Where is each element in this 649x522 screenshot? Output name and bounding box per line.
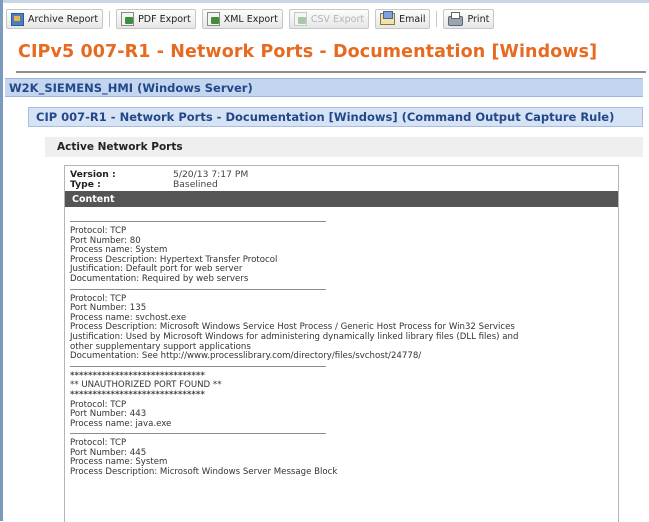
content-divider	[70, 433, 326, 435]
page-title: CIPv5 007-R1 - Network Ports - Documenta…	[18, 42, 598, 62]
server-header[interactable]: W2K_SIEMENS_HMI (Windows Server)	[5, 78, 643, 97]
content-body: Protocol: TCP Port Number: 80 Process na…	[65, 207, 618, 478]
xml-export-icon	[206, 12, 220, 26]
email-label: Email	[399, 13, 426, 25]
csv-export-button[interactable]: CSV Export	[288, 9, 370, 29]
archive-report-button[interactable]: Archive Report	[6, 9, 104, 29]
email-icon	[380, 11, 396, 25]
pdf-export-button[interactable]: PDF Export	[116, 9, 196, 29]
description-line: Process Description: Microsoft Windows S…	[70, 467, 338, 478]
xml-export-label: XML Export	[223, 13, 278, 25]
csv-export-icon	[293, 12, 307, 26]
print-label: Print	[467, 13, 490, 25]
protocol-line: Protocol: TCP	[70, 438, 127, 449]
stars-line: ******************************	[70, 389, 205, 400]
port-block: Protocol: TCP Port Number: 135 Process n…	[70, 293, 618, 362]
type-label: Type :	[70, 179, 101, 190]
protocol-line: Protocol: TCP	[70, 226, 127, 236]
archive-icon	[11, 12, 24, 26]
print-button[interactable]: Print	[443, 9, 495, 29]
result-panel: Version : 5/20/13 7:17 PM Type : Baselin…	[64, 165, 619, 522]
window-left-border	[0, 0, 3, 521]
content-heading: Content	[65, 191, 618, 207]
port-block: Protocol: TCP Port Number: 80 Process na…	[70, 226, 618, 285]
documentation-line: Documentation: Required by web servers	[70, 273, 249, 284]
section-header[interactable]: Active Network Ports	[45, 137, 643, 157]
xml-export-button[interactable]: XML Export	[201, 9, 283, 29]
process-line: Process name: java.exe	[70, 418, 172, 429]
content-divider	[70, 221, 326, 222]
content-divider	[70, 288, 326, 290]
port-block: Protocol: TCP Port Number: 445 Process n…	[70, 439, 618, 477]
pdf-export-icon	[121, 12, 135, 26]
protocol-line: Protocol: TCP	[70, 293, 127, 304]
type-row: Type : Baselined	[65, 180, 618, 190]
port-block: ****************************** ** UNAUTH…	[70, 371, 618, 430]
rule-header[interactable]: CIP 007-R1 - Network Ports - Documentati…	[28, 107, 643, 127]
content-divider	[70, 365, 326, 367]
archive-report-label: Archive Report	[28, 13, 99, 25]
toolbar-separator	[109, 11, 111, 27]
window-top-border	[0, 0, 649, 3]
protocol-line: Protocol: TCP	[70, 399, 127, 410]
type-value: Baselined	[173, 179, 218, 190]
print-icon	[448, 11, 464, 26]
version-row: Version : 5/20/13 7:17 PM	[65, 166, 618, 180]
toolbar: Archive Report PDF Export XML Export CSV…	[6, 8, 495, 30]
pdf-export-label: PDF Export	[138, 13, 191, 25]
documentation-line: Documentation: See http://www.processlib…	[70, 351, 422, 362]
email-button[interactable]: Email	[375, 9, 431, 29]
toolbar-separator	[436, 11, 438, 27]
csv-export-label: CSV Export	[310, 13, 365, 25]
title-divider	[16, 71, 646, 73]
